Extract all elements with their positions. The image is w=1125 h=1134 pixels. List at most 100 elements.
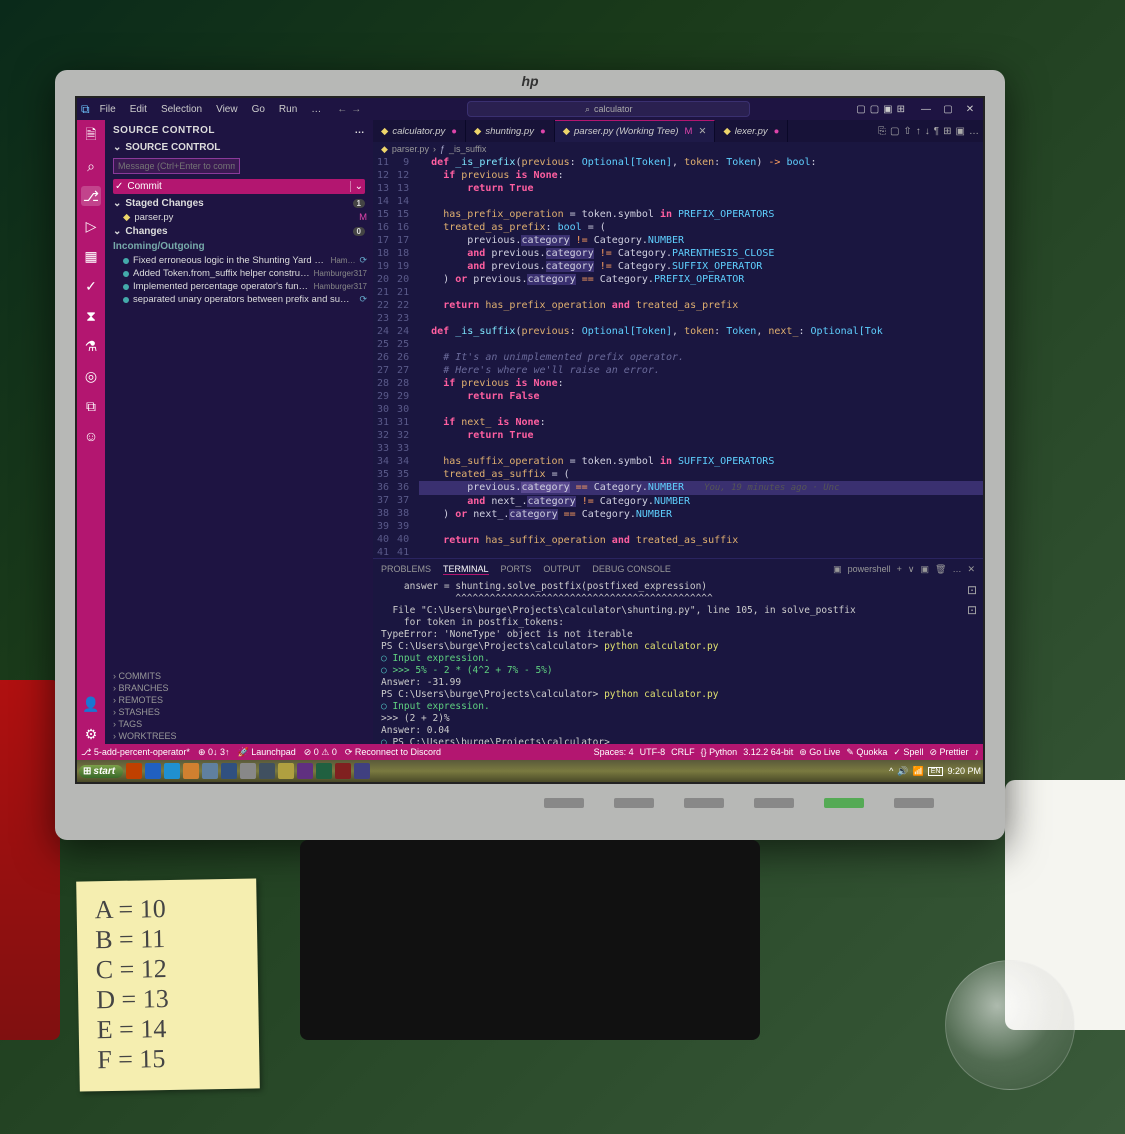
window-close-button[interactable]: ✕: [961, 104, 979, 115]
menu-edit[interactable]: Edit: [126, 102, 151, 117]
terminal-dropdown-icon[interactable]: ∨: [908, 564, 915, 575]
settings-gear-icon[interactable]: ⚙: [81, 724, 101, 744]
layout-icon-4[interactable]: ⊞: [897, 104, 905, 115]
panel-close-button[interactable]: ✕: [967, 564, 975, 575]
tab-action-4[interactable]: ↓: [925, 126, 930, 137]
nav-back-icon[interactable]: ←: [337, 104, 347, 115]
status-left-3[interactable]: ⊘ 0 ⚠ 0: [304, 747, 337, 758]
terminal-split-button[interactable]: ▣: [921, 564, 930, 575]
menu-selection[interactable]: Selection: [157, 102, 206, 117]
taskbar-app-1[interactable]: [126, 763, 142, 779]
breadcrumb[interactable]: ◆ parser.py › ƒ _is_suffix: [373, 142, 983, 156]
commit-item[interactable]: separated unary operators between prefix…: [109, 293, 369, 306]
terminal-kill-button[interactable]: 🗑: [935, 564, 946, 575]
account-icon[interactable]: 👤: [81, 694, 101, 714]
tray-network-icon[interactable]: 📶: [913, 766, 924, 777]
taskbar-app-9[interactable]: [278, 763, 294, 779]
layout-icon-1[interactable]: ▢: [856, 104, 865, 115]
taskbar-app-11[interactable]: [316, 763, 332, 779]
sidebar-footer-remotes[interactable]: › REMOTES: [109, 694, 369, 706]
sidebar-footer-branches[interactable]: › BRANCHES: [109, 682, 369, 694]
status-left-4[interactable]: ⟳ Reconnect to Discord: [345, 747, 441, 758]
chevron-down-icon[interactable]: ⌄: [113, 226, 121, 237]
taskbar-app-5[interactable]: [202, 763, 218, 779]
menu-file[interactable]: File: [96, 102, 120, 117]
flask-icon[interactable]: ⚗: [81, 336, 101, 356]
menu-go[interactable]: Go: [248, 102, 269, 117]
commit-button[interactable]: ✓ Commit ⌄: [113, 179, 365, 194]
status-right-4[interactable]: 3.12.2 64-bit: [743, 747, 793, 758]
tab-action-6[interactable]: ⊞: [943, 126, 951, 137]
tab-action-3[interactable]: ↑: [916, 126, 921, 137]
taskbar-app-6[interactable]: [221, 763, 237, 779]
tab-action-1[interactable]: ▢: [890, 126, 899, 137]
status-left-2[interactable]: 🚀 Launchpad: [238, 747, 296, 758]
chevron-down-icon[interactable]: ⌄: [113, 142, 121, 153]
editor-tab[interactable]: ◆ calculator.py ●: [373, 120, 466, 142]
side-icon-2[interactable]: ⊡: [967, 603, 977, 617]
menu-view[interactable]: View: [212, 102, 242, 117]
sidebar-footer-stashes[interactable]: › STASHES: [109, 706, 369, 718]
window-maximize-button[interactable]: ▢: [939, 104, 957, 115]
terminal-more-button[interactable]: …: [952, 564, 961, 574]
taskbar-app-13[interactable]: [354, 763, 370, 779]
menu-run[interactable]: Run: [275, 102, 301, 117]
taskbar-app-12[interactable]: [335, 763, 351, 779]
tray-volume-icon[interactable]: 🔊: [897, 766, 908, 777]
db-icon[interactable]: ◎: [81, 366, 101, 386]
status-right-2[interactable]: CRLF: [671, 747, 695, 758]
sidebar-more-icon[interactable]: …: [355, 125, 366, 136]
taskbar-app-3[interactable]: [164, 763, 180, 779]
panel-tab-terminal[interactable]: TERMINAL: [443, 564, 489, 575]
status-right-5[interactable]: ⊚ Go Live: [799, 747, 840, 758]
status-right-0[interactable]: Spaces: 4: [594, 747, 634, 758]
remote-icon[interactable]: ⧉: [81, 396, 101, 416]
taskbar-clock[interactable]: 9:20 PM: [947, 766, 981, 776]
status-right-7[interactable]: ✓ Spell: [893, 747, 923, 758]
commit-item[interactable]: Fixed erroneous logic in the Shunting Ya…: [109, 254, 369, 267]
editor-tab[interactable]: ◆ lexer.py ●: [715, 120, 788, 142]
status-right-3[interactable]: {} Python: [701, 747, 738, 758]
commit-message-input[interactable]: [113, 158, 240, 174]
terminal-output[interactable]: answer = shunting.solve_postfix(postfixe…: [373, 579, 961, 744]
menu-more[interactable]: …: [307, 102, 325, 117]
run-debug-icon[interactable]: ▷: [81, 216, 101, 236]
sidebar-footer-worktrees[interactable]: › WORKTREES: [109, 730, 369, 742]
code-editor[interactable]: def _is_prefix(previous: Optional[Token]…: [413, 156, 983, 558]
sidebar-footer-tags[interactable]: › TAGS: [109, 718, 369, 730]
tray-lang-icon[interactable]: EN: [928, 767, 944, 776]
files-icon[interactable]: 🗎: [81, 126, 101, 146]
panel-tab-ports[interactable]: PORTS: [501, 564, 532, 574]
status-right-1[interactable]: UTF-8: [640, 747, 666, 758]
window-minimize-button[interactable]: —: [917, 104, 935, 115]
panel-tab-debug-console[interactable]: DEBUG CONSOLE: [592, 564, 671, 574]
tab-action-7[interactable]: ▣: [956, 126, 965, 137]
terminal-shell-label[interactable]: powershell: [848, 564, 891, 574]
chevron-down-icon[interactable]: ⌄: [113, 198, 121, 209]
commit-dropdown-icon[interactable]: ⌄: [350, 181, 363, 192]
tab-action-5[interactable]: ¶: [934, 126, 939, 137]
staged-file-item[interactable]: ◆ parser.py M: [109, 211, 369, 224]
taskbar-app-8[interactable]: [259, 763, 275, 779]
status-right-8[interactable]: ⊘ Prettier: [929, 747, 968, 758]
taskbar-app-7[interactable]: [240, 763, 256, 779]
source-control-icon[interactable]: ⎇: [81, 186, 101, 206]
status-right-9[interactable]: ♪: [975, 747, 980, 758]
side-icon-1[interactable]: ⊡: [967, 583, 977, 597]
command-center-search[interactable]: ⌕ calculator: [467, 101, 750, 117]
terminal-new-button[interactable]: +: [897, 564, 902, 574]
emoji-icon[interactable]: ☺: [81, 426, 101, 446]
start-button[interactable]: ⊞ start: [79, 765, 123, 778]
taskbar-app-4[interactable]: [183, 763, 199, 779]
tab-close-icon[interactable]: ✕: [698, 126, 706, 137]
tray-expand-icon[interactable]: ^: [889, 766, 893, 776]
timeline-icon[interactable]: ⧗: [81, 306, 101, 326]
panel-tab-output[interactable]: OUTPUT: [543, 564, 580, 574]
layout-icon-3[interactable]: ▣: [883, 104, 892, 115]
tab-action-8[interactable]: …: [969, 126, 979, 137]
sidebar-footer-commits[interactable]: › COMMITS: [109, 670, 369, 682]
panel-tab-problems[interactable]: PROBLEMS: [381, 564, 431, 574]
tab-action-2[interactable]: ⇧: [903, 126, 911, 137]
status-left-1[interactable]: ⊕ 0↓ 3↑: [198, 747, 230, 758]
status-left-0[interactable]: ⎇ 5-add-percent-operator*: [81, 747, 190, 758]
